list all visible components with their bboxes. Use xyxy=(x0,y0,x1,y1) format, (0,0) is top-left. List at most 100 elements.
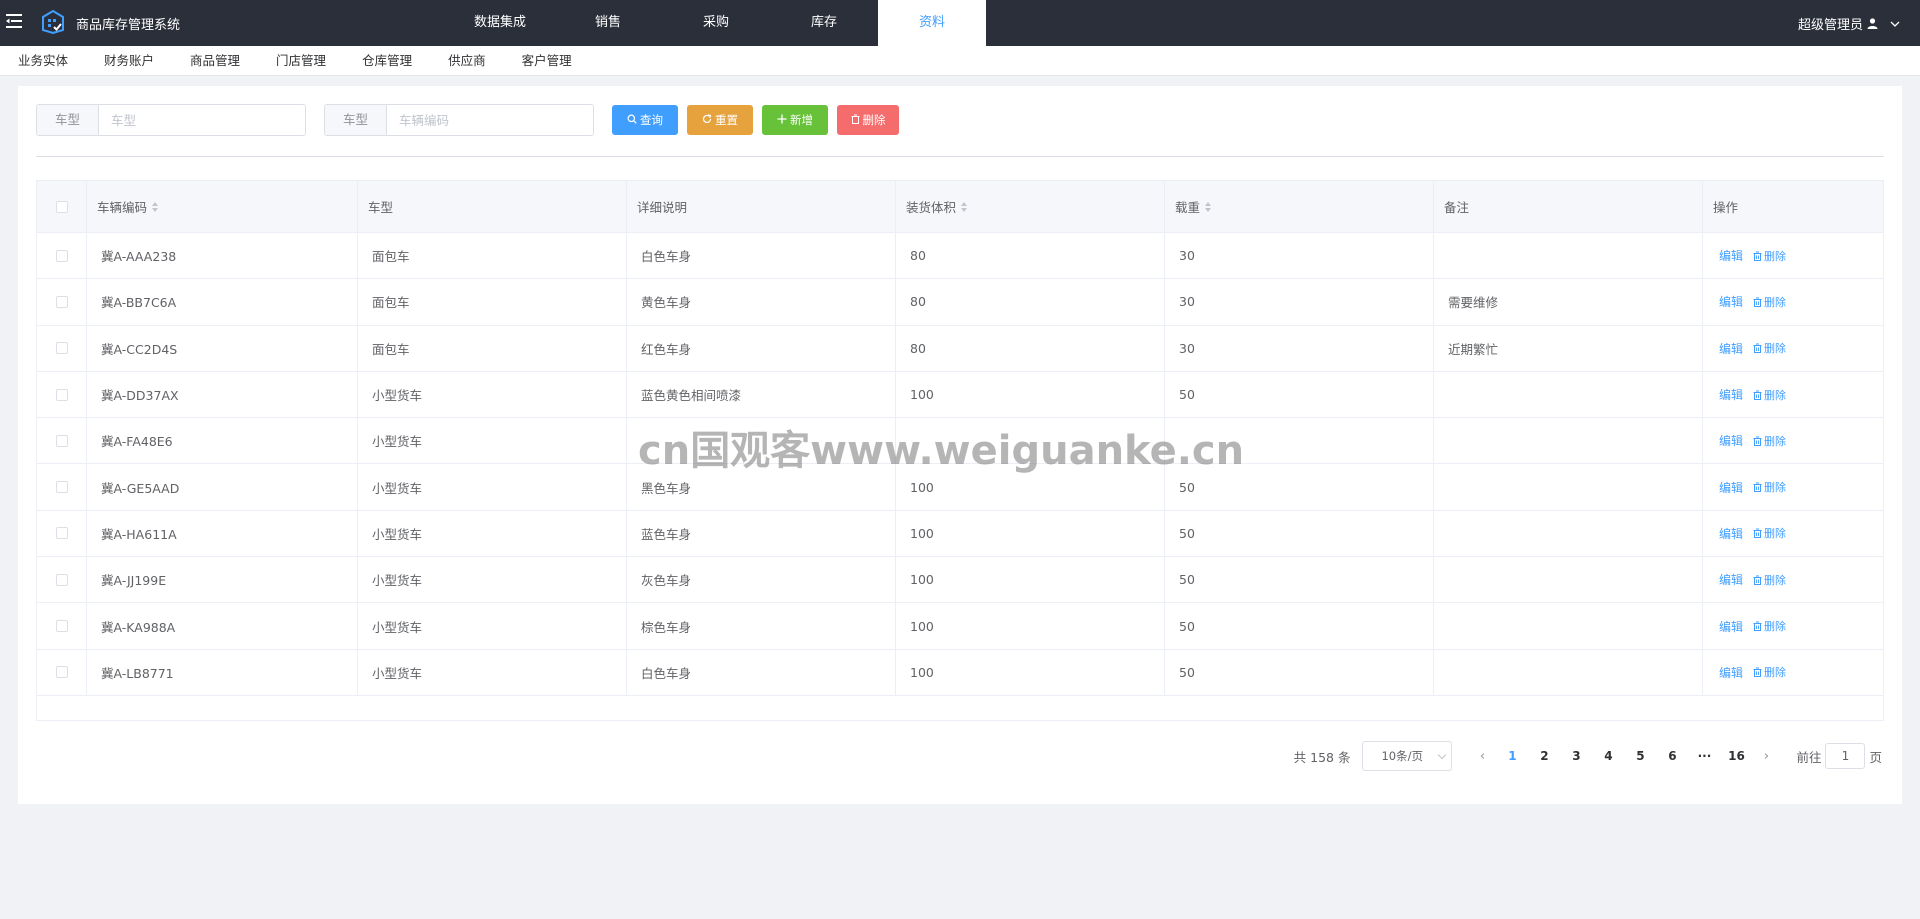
menu-toggle-icon[interactable] xyxy=(6,12,24,30)
row-checkbox[interactable] xyxy=(55,342,68,355)
cell-load xyxy=(1165,418,1434,464)
sort-icon[interactable] xyxy=(961,201,968,212)
sort-icon[interactable] xyxy=(152,201,159,212)
edit-button[interactable]: 编辑 xyxy=(1717,340,1743,357)
goto-page-input[interactable] xyxy=(1825,743,1866,769)
refresh-icon xyxy=(702,113,712,127)
row-checkbox[interactable] xyxy=(55,620,68,633)
header-volume[interactable]: 装货体积 xyxy=(896,181,1165,232)
next-page-button[interactable]: › xyxy=(1752,749,1780,764)
row-actions: 编辑 删除 xyxy=(1703,511,1883,556)
cell-code: 冀A-DD37AX xyxy=(87,371,358,418)
page-number[interactable]: 1 xyxy=(1496,749,1528,763)
nav-item-purchase[interactable]: 采购 xyxy=(662,0,770,46)
row-delete-button[interactable]: 删除 xyxy=(1753,572,1786,588)
cell-volume xyxy=(896,418,1165,464)
cell-code: 冀A-LB8771 xyxy=(87,649,358,695)
cell-type: 小型货车 xyxy=(358,603,627,649)
user-menu[interactable]: 超级管理员 xyxy=(1798,14,1900,33)
cell-code: 冀A-HA611A xyxy=(87,510,358,557)
nav-item-profile-data[interactable]: 资料 xyxy=(878,0,986,46)
trash-icon xyxy=(851,113,860,127)
edit-button[interactable]: 编辑 xyxy=(1717,664,1743,681)
subnav-item-supplier[interactable]: 供应商 xyxy=(448,46,486,76)
select-all-checkbox[interactable] xyxy=(55,200,68,213)
subnav-item-store[interactable]: 门店管理 xyxy=(276,46,326,76)
row-checkbox[interactable] xyxy=(55,527,68,540)
row-checkbox[interactable] xyxy=(55,434,68,447)
row-checkbox[interactable] xyxy=(55,295,68,308)
query-button[interactable]: 查询 xyxy=(612,105,678,135)
header-code[interactable]: 车辆编码 xyxy=(87,181,358,232)
vehicle-table: 车辆编码 车型 详细说明 装货体积 载重 备注 操作 冀A-AAA238 面包车… xyxy=(36,180,1884,721)
edit-button[interactable]: 编辑 xyxy=(1717,293,1743,310)
page-ellipsis[interactable]: ··· xyxy=(1688,749,1720,763)
table-row: 冀A-KA988A 小型货车 棕色车身 100 50 编辑 删除 xyxy=(37,603,1883,650)
user-name: 超级管理员 xyxy=(1797,18,1863,33)
cell-volume: 100 xyxy=(896,603,1165,649)
row-delete-button[interactable]: 删除 xyxy=(1753,618,1786,634)
edit-button[interactable]: 编辑 xyxy=(1717,618,1743,635)
goto-suffix: 页 xyxy=(1869,749,1882,765)
page-number[interactable]: 5 xyxy=(1624,749,1656,763)
cell-volume: 100 xyxy=(896,649,1165,695)
reset-button[interactable]: 重置 xyxy=(687,105,753,135)
row-delete-button[interactable]: 删除 xyxy=(1753,248,1786,264)
edit-button[interactable]: 编辑 xyxy=(1717,386,1743,403)
subnav-item-warehouse[interactable]: 仓库管理 xyxy=(362,46,412,76)
row-delete-button[interactable]: 删除 xyxy=(1753,664,1786,680)
subnav-item-finance-account[interactable]: 财务账户 xyxy=(104,46,154,76)
filter-code-input[interactable] xyxy=(387,105,593,135)
page-number[interactable]: 4 xyxy=(1592,749,1624,763)
subnav-item-product[interactable]: 商品管理 xyxy=(190,46,240,76)
subnav-item-business-entity[interactable]: 业务实体 xyxy=(18,46,68,76)
row-checkbox[interactable] xyxy=(55,573,68,586)
add-button[interactable]: 新增 xyxy=(762,105,828,135)
delete-button[interactable]: 删除 xyxy=(837,105,899,135)
row-checkbox[interactable] xyxy=(55,249,68,262)
prev-page-button[interactable]: ‹ xyxy=(1468,749,1496,764)
cell-type: 面包车 xyxy=(358,325,627,371)
cell-note xyxy=(1434,649,1703,695)
page-number[interactable]: 6 xyxy=(1656,749,1688,763)
pagination: 共 158 条 10条/页 ‹ 123456···16 › 前往 页 xyxy=(1294,740,1882,772)
page-number[interactable]: 2 xyxy=(1528,749,1560,763)
nav-item-data-integration[interactable]: 数据集成 xyxy=(446,0,554,46)
row-delete-button[interactable]: 删除 xyxy=(1753,340,1786,356)
row-delete-button[interactable]: 删除 xyxy=(1753,479,1786,495)
row-delete-button[interactable]: 删除 xyxy=(1753,525,1786,541)
row-select-cell xyxy=(37,325,87,371)
page-number[interactable]: 16 xyxy=(1720,749,1752,763)
row-delete-button[interactable]: 删除 xyxy=(1753,387,1786,403)
row-checkbox[interactable] xyxy=(55,666,68,679)
cell-desc: 蓝色车身 xyxy=(627,510,896,557)
filter-type-input[interactable] xyxy=(99,105,305,135)
page-size-select[interactable]: 10条/页 xyxy=(1362,741,1453,771)
sort-icon[interactable] xyxy=(1205,201,1212,212)
nav-item-sales[interactable]: 销售 xyxy=(554,0,662,46)
row-select-cell xyxy=(37,371,87,418)
header-load[interactable]: 载重 xyxy=(1165,181,1434,232)
trash-icon xyxy=(1753,621,1762,632)
edit-button[interactable]: 编辑 xyxy=(1717,479,1743,496)
row-delete-button[interactable]: 删除 xyxy=(1753,433,1786,449)
cell-note xyxy=(1434,603,1703,649)
cell-desc: 棕色车身 xyxy=(627,603,896,649)
subnav-item-customer[interactable]: 客户管理 xyxy=(522,46,572,76)
header-type: 车型 xyxy=(358,181,627,232)
edit-button[interactable]: 编辑 xyxy=(1717,525,1743,542)
nav-item-inventory[interactable]: 库存 xyxy=(770,0,878,46)
cell-note xyxy=(1434,233,1703,279)
edit-button[interactable]: 编辑 xyxy=(1717,432,1743,449)
edit-button[interactable]: 编辑 xyxy=(1717,571,1743,588)
cell-volume: 100 xyxy=(896,510,1165,557)
page-number[interactable]: 3 xyxy=(1560,749,1592,763)
row-checkbox[interactable] xyxy=(55,481,68,494)
cell-note xyxy=(1434,371,1703,418)
trash-icon xyxy=(1753,297,1762,307)
row-delete-button[interactable]: 删除 xyxy=(1753,294,1786,310)
chevron-down-icon xyxy=(1438,750,1447,759)
row-checkbox[interactable] xyxy=(55,388,68,401)
edit-button[interactable]: 编辑 xyxy=(1717,247,1743,264)
cell-desc: 白色车身 xyxy=(627,649,896,695)
